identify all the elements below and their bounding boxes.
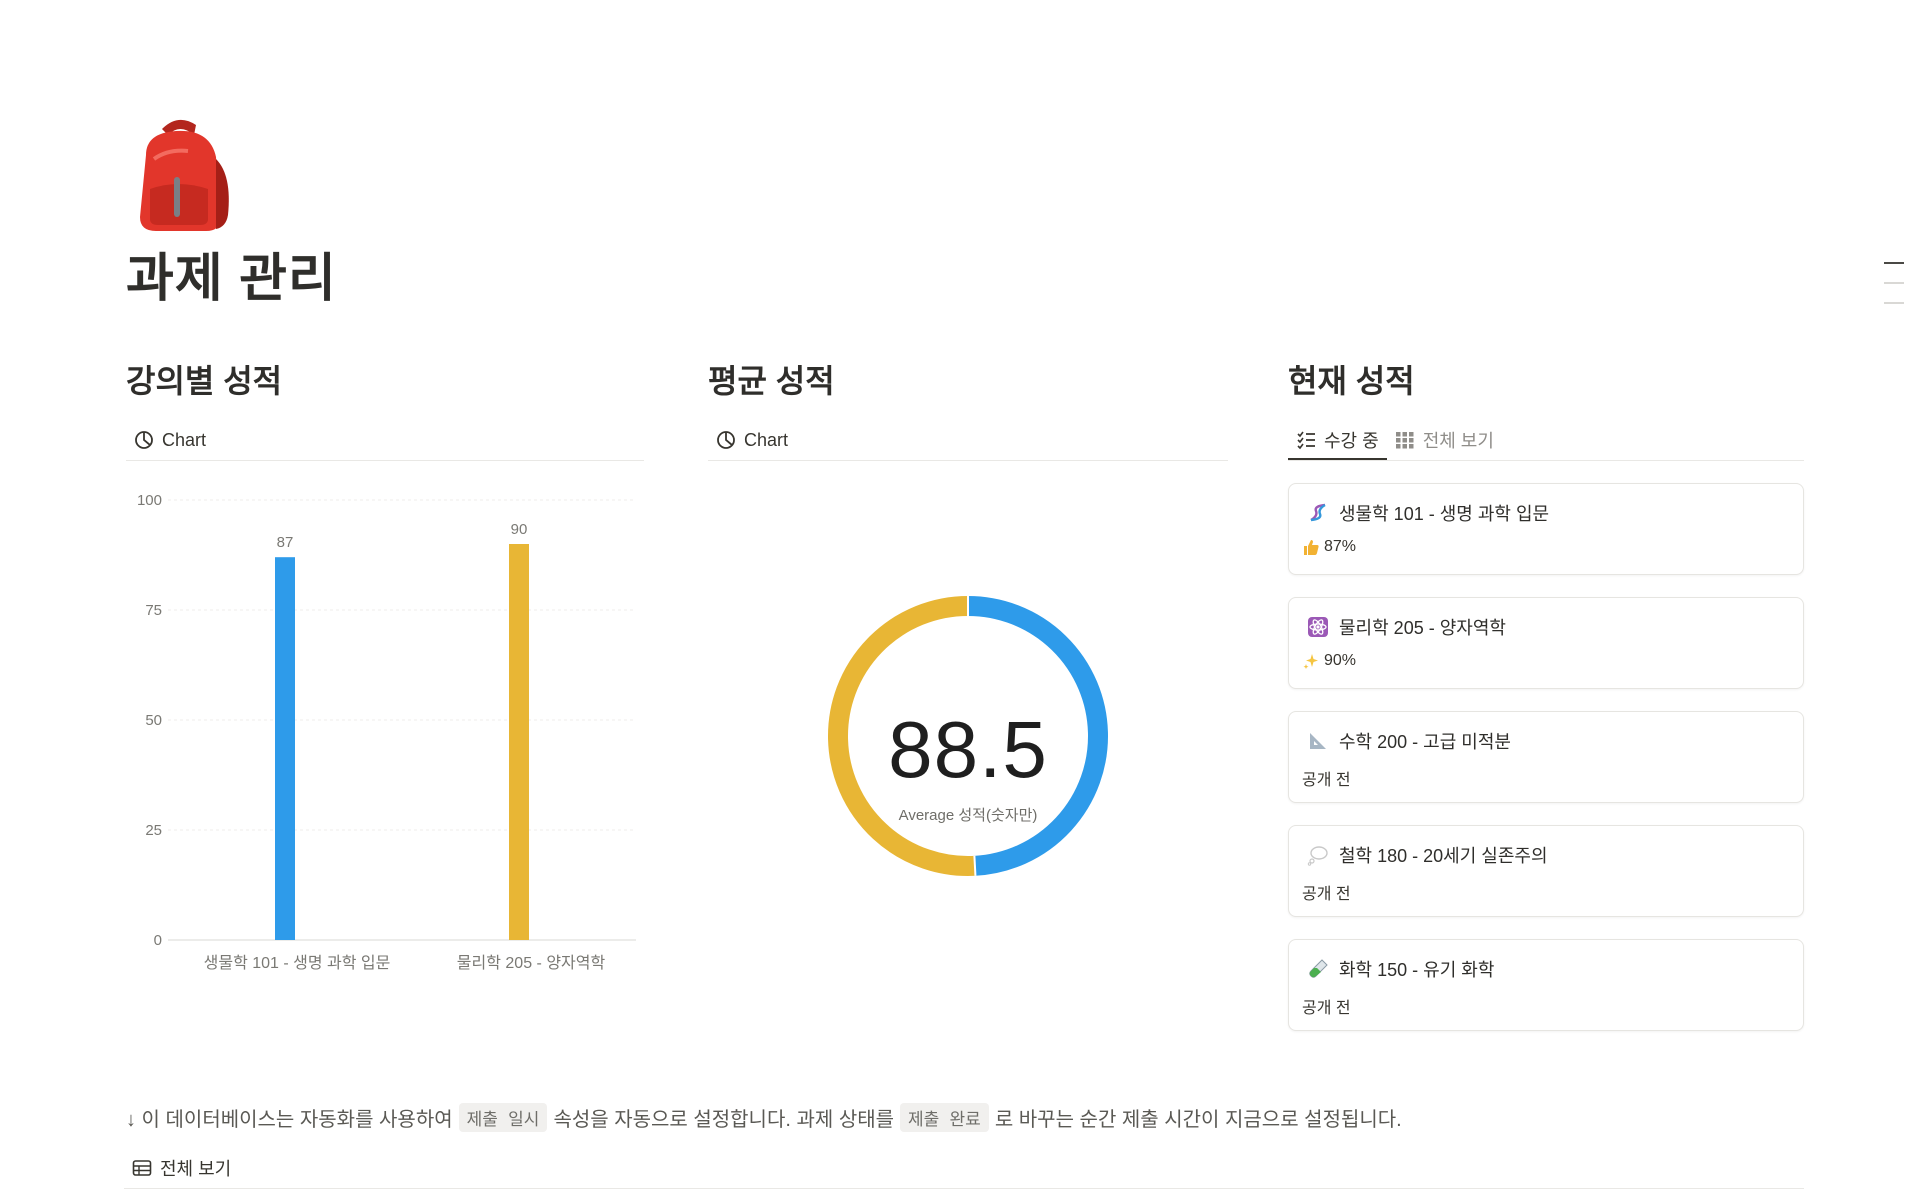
chart-view-tab[interactable]: Chart [708, 422, 796, 458]
gallery-grid-icon [1395, 432, 1414, 449]
card-title: 철학 180 - 20세기 실존주의 [1339, 846, 1548, 866]
note-text: 로 바꾸는 순간 제출 시간이 지금으로 설정됩니다. [994, 1109, 1402, 1131]
chart-icon [135, 431, 153, 449]
toc-line[interactable] [1884, 302, 1904, 304]
section-title: 강의별 성적 [126, 363, 283, 399]
grade-card[interactable]: 수학 200 - 고급 미적분 공개 전 [1288, 711, 1804, 803]
tab-label: Chart [744, 429, 789, 450]
tab-enrolled[interactable]: 수강 중 [1288, 422, 1387, 460]
thought-bubble-icon [1307, 846, 1328, 866]
property-code-submitted: 제출 완료 [900, 1103, 989, 1132]
y-tick-label: 50 [145, 712, 162, 729]
y-tick-label: 25 [145, 822, 162, 839]
page-title: 과제 관리 [126, 250, 337, 308]
property-code-submit-time: 제출 일시 [458, 1103, 548, 1132]
course-grades-section: 강의별 성적 Chart 0 25 50 75 100 87 생물학 101 - 생명 과학… [126, 356, 644, 972]
database-view-tabs: 전체 보기 [124, 1150, 1804, 1189]
checklist-icon [1297, 431, 1315, 450]
bar [509, 544, 529, 940]
bar-chart: 0 25 50 75 100 87 생물학 101 - 생명 과학 입문 90 물리학 205 … [137, 492, 636, 972]
donut-chart: 88.5 Average 성적(숫자만) [708, 576, 1228, 896]
tab-label: Chart [162, 429, 207, 450]
automation-note: ↓ 이 데이터베이스는 자동화를 사용하여 제출 일시 속성을 자동으로 설정합… [126, 1103, 1402, 1132]
bar-data-label: 90 [511, 521, 528, 538]
note-text: 속성을 자동으로 설정합니다. 과제 상태를 [553, 1109, 895, 1131]
triangle-ruler-icon [1310, 733, 1326, 749]
backpack-icon[interactable] [128, 115, 234, 235]
card-title: 화학 150 - 유기 화학 [1339, 960, 1495, 980]
atom-icon [1308, 617, 1328, 637]
bar-data-label: 87 [277, 534, 294, 551]
grade-card[interactable]: 화학 150 - 유기 화학 공개 전 [1288, 939, 1804, 1031]
table-icon [132, 1160, 152, 1176]
card-title: 물리학 205 - 양자역학 [1339, 618, 1506, 638]
section-title: 현재 성적 [1288, 363, 1415, 399]
card-status: 공개 전 [1302, 886, 1351, 903]
card-title: 생물학 101 - 생명 과학 입문 [1339, 504, 1550, 524]
tab-all[interactable]: 전체 보기 [1387, 422, 1502, 458]
toc-line[interactable] [1884, 282, 1904, 284]
card-status: 90% [1324, 652, 1357, 669]
donut-separator [973, 855, 977, 876]
note-text: ↓ 이 데이터베이스는 자동화를 사용하여 [126, 1109, 453, 1131]
average-grade-section: 평균 성적 Chart 88.5 Average 성적(숫자만) [708, 356, 1228, 876]
view-tabs: Chart [708, 422, 1228, 461]
grade-card-list: 생물학 101 - 생명 과학 입문 87% 물리학 205 - 양자역학 90… [1288, 483, 1804, 1031]
sparkles-icon [1303, 654, 1318, 669]
tab-label: 수강 중 [1324, 431, 1379, 451]
grade-card[interactable]: 물리학 205 - 양자역학 90% [1288, 597, 1804, 689]
table-of-contents-indicator[interactable] [1884, 262, 1904, 322]
chart-view-tab[interactable]: Chart [126, 422, 214, 458]
card-title: 수학 200 - 고급 미적분 [1339, 732, 1511, 752]
x-tick-label: 물리학 205 - 양자역학 [457, 954, 606, 972]
tab-all-table[interactable]: 전체 보기 [124, 1150, 1804, 1186]
view-tabs: Chart [126, 422, 644, 461]
dna-icon [1310, 503, 1326, 522]
tab-label: 전체 보기 [1422, 431, 1494, 451]
bar [275, 557, 295, 940]
card-status: 공개 전 [1302, 772, 1351, 789]
grade-card[interactable]: 철학 180 - 20세기 실존주의 공개 전 [1288, 825, 1804, 917]
x-tick-label: 생물학 101 - 생명 과학 입문 [204, 954, 391, 972]
current-grades-section: 현재 성적 수강 중 전체 보기 생물학 101 - 생명 과학 입문 87% … [1288, 356, 1804, 1053]
grade-card[interactable]: 생물학 101 - 생명 과학 입문 87% [1288, 483, 1804, 575]
toc-line[interactable] [1884, 262, 1904, 264]
y-tick-label: 75 [145, 602, 162, 619]
y-tick-label: 0 [154, 932, 162, 949]
average-label: Average 성적(숫자만) [898, 807, 1038, 824]
view-tabs: 수강 중 전체 보기 [1288, 422, 1804, 461]
chart-icon [717, 431, 735, 449]
average-value: 88.5 [888, 705, 1048, 794]
tab-label: 전체 보기 [160, 1159, 232, 1179]
test-tube-icon [1309, 959, 1328, 978]
section-title: 평균 성적 [708, 363, 835, 399]
thumbs-up-icon [1304, 540, 1319, 555]
card-status: 공개 전 [1302, 1000, 1351, 1017]
y-tick-label: 100 [137, 492, 162, 509]
card-status: 87% [1324, 538, 1357, 555]
